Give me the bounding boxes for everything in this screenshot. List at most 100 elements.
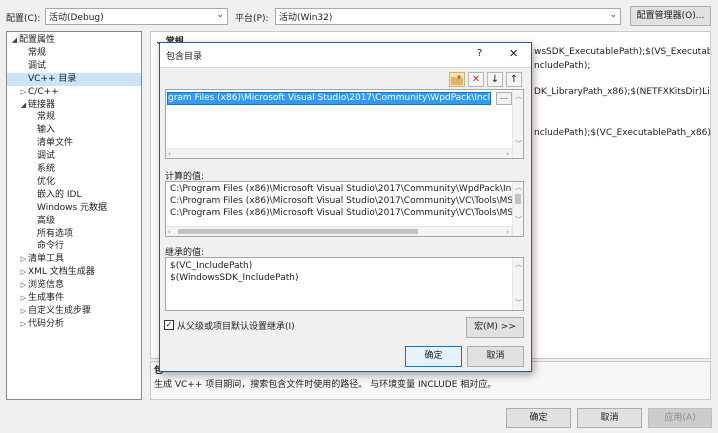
- platform-combo-value: 活动(Win32): [279, 13, 333, 23]
- vertical-scrollbar[interactable]: ︿ ﹀: [512, 258, 523, 310]
- browse-button[interactable]: ...: [496, 92, 512, 105]
- macros-button[interactable]: 宏(M) >>: [466, 317, 524, 338]
- dialog-titlebar: 包含目录 ? ✕: [160, 43, 531, 68]
- platform-label: 平台(P):: [235, 14, 269, 24]
- vertical-scrollbar[interactable]: ︿ ﹀: [512, 182, 523, 236]
- tree-item-label: 所有选项: [37, 228, 74, 239]
- dialog-ok-button[interactable]: 确定: [405, 346, 462, 367]
- dialog-title: 包含目录: [166, 52, 203, 62]
- tree-item-label: 系统: [37, 164, 56, 174]
- config-manager-button[interactable]: 配置管理器(O)...: [630, 6, 711, 26]
- tree-item[interactable]: 优化: [7, 176, 55, 189]
- collapsed-triangle-icon[interactable]: ▷: [19, 253, 28, 266]
- horizontal-scrollbar[interactable]: ‹ ›: [166, 148, 512, 158]
- tree-item[interactable]: 命令行: [7, 240, 64, 253]
- tree-item[interactable]: 输入: [7, 124, 55, 137]
- chevron-down-icon[interactable]: ﹀: [515, 299, 522, 307]
- grid-value: ncludePath);: [534, 61, 591, 71]
- tree-item-label: C/C++: [28, 86, 59, 97]
- inherited-line: $(WindowsSDK_IncludePath): [170, 273, 299, 283]
- tree-item-label: 调试: [37, 151, 56, 162]
- tree-item[interactable]: 嵌入的 IDL: [7, 189, 81, 202]
- tree-item[interactable]: ▷ XML 文档生成器: [7, 266, 95, 279]
- tree-item-label: 命令行: [37, 241, 65, 252]
- help-icon[interactable]: ?: [477, 48, 482, 59]
- tree-item[interactable]: 系统: [7, 163, 55, 176]
- tree-item-label: 调试: [28, 60, 47, 71]
- chevron-left-icon[interactable]: ‹: [168, 150, 171, 158]
- directory-edit-input[interactable]: gram Files (x86)\Microsoft Visual Studio…: [167, 92, 491, 105]
- expanded-triangle-icon[interactable]: ◢: [19, 99, 28, 112]
- inherit-checkbox-label[interactable]: 从父级或项目默认设置继承(I): [177, 319, 295, 332]
- tree-item[interactable]: 调试: [7, 150, 55, 163]
- chevron-down-icon[interactable]: ﹀: [515, 140, 522, 148]
- collapsed-triangle-icon[interactable]: ▷: [19, 305, 28, 318]
- collapsed-triangle-icon[interactable]: ▷: [19, 292, 28, 305]
- tree-item[interactable]: 所有选项: [7, 228, 73, 241]
- tree-item-label: XML 文档生成器: [28, 267, 95, 278]
- tree-item-label: 自定义生成步骤: [28, 305, 92, 316]
- tree-item[interactable]: 清单文件: [7, 137, 73, 150]
- grid-value: wsSDK_ExecutablePath);$(VS_ExecutablePat…: [534, 47, 711, 57]
- chevron-right-icon[interactable]: ›: [506, 150, 509, 158]
- config-combo[interactable]: 活动(Debug) ⌄: [45, 8, 228, 25]
- chevron-up-icon[interactable]: ︿: [515, 92, 522, 100]
- tree-item[interactable]: 调试: [7, 60, 46, 73]
- apply-button[interactable]: 应用(A): [648, 408, 712, 428]
- tree-item[interactable]: ▷ 自定义生成步骤: [7, 305, 91, 318]
- platform-combo[interactable]: 活动(Win32) ⌄: [275, 8, 621, 25]
- chevron-down-icon: ⌄: [216, 10, 224, 20]
- tree-item[interactable]: 常规: [7, 111, 55, 124]
- inherited-values-box: $(VC_IncludePath) $(WindowsSDK_IncludePa…: [165, 257, 524, 311]
- scroll-thumb[interactable]: [515, 194, 521, 204]
- scroll-thumb[interactable]: [178, 229, 418, 234]
- tree-item[interactable]: ◢ 链接器: [7, 99, 55, 112]
- move-up-icon[interactable]: ↑: [506, 72, 522, 87]
- chevron-down-icon[interactable]: ﹀: [515, 216, 522, 224]
- collapsed-triangle-icon[interactable]: ▷: [19, 279, 28, 292]
- tree-item-label: 清单文件: [37, 138, 74, 149]
- computed-values-box: C:\Program Files (x86)\Microsoft Visual …: [165, 181, 524, 237]
- tree-item-label: 输入: [37, 125, 56, 136]
- chevron-up-icon[interactable]: ︿: [515, 260, 522, 268]
- tree-item[interactable]: 常规: [7, 47, 46, 60]
- dialog-cancel-button[interactable]: 取消: [467, 346, 524, 367]
- tree-item-label: 嵌入的 IDL: [37, 189, 82, 200]
- chevron-right-icon[interactable]: ›: [506, 228, 509, 236]
- chevron-up-icon[interactable]: ︿: [515, 183, 522, 191]
- move-down-icon[interactable]: ↓: [487, 72, 503, 87]
- tree-item-label: 生成事件: [28, 293, 65, 303]
- tree-item[interactable]: 高级: [7, 215, 55, 228]
- delete-icon[interactable]: ✕: [468, 72, 484, 87]
- directory-list[interactable]: gram Files (x86)\Microsoft Visual Studio…: [165, 89, 524, 159]
- computed-line: C:\Program Files (x86)\Microsoft Visual …: [170, 196, 524, 206]
- tree-item[interactable]: VC++ 目录: [7, 72, 141, 86]
- chevron-left-icon[interactable]: ‹: [168, 228, 171, 236]
- tree-item-label: 优化: [37, 176, 56, 187]
- tree-item[interactable]: ▷ 生成事件: [7, 292, 64, 305]
- property-tree[interactable]: ◢ 配置属性 常规 调试 VC++ 目录 ▷ C/C++ ◢ 链接器 常规 输入 清单文件 调试 系统 优化…: [6, 31, 142, 400]
- computed-line: C:\Program Files (x86)\Microsoft Visual …: [170, 208, 524, 218]
- horizontal-scrollbar[interactable]: ‹ ›: [166, 226, 512, 236]
- tree-item[interactable]: ▷ 浏览信息: [7, 279, 64, 292]
- tree-item[interactable]: ◢ 配置属性: [7, 34, 55, 47]
- tree-item[interactable]: Windows 元数据: [7, 202, 107, 215]
- tree-item[interactable]: ▷ 代码分析: [7, 318, 64, 331]
- tree-item-label: 代码分析: [28, 318, 65, 329]
- inherit-checkbox[interactable]: ✓: [164, 320, 174, 330]
- tree-item-label: 浏览信息: [28, 280, 65, 291]
- ok-button[interactable]: 确定: [506, 408, 571, 428]
- config-combo-value: 活动(Debug): [49, 13, 104, 23]
- collapsed-triangle-icon[interactable]: ▷: [19, 266, 28, 279]
- collapsed-triangle-icon[interactable]: ▷: [19, 86, 28, 99]
- config-label: 配置(C):: [6, 14, 41, 24]
- cancel-button[interactable]: 取消: [577, 408, 642, 428]
- computed-line: C:\Program Files (x86)\Microsoft Visual …: [170, 184, 524, 194]
- tree-item[interactable]: ▷ C/C++: [7, 86, 59, 99]
- close-icon[interactable]: ✕: [509, 47, 518, 60]
- new-folder-icon[interactable]: [449, 72, 465, 87]
- tree-item[interactable]: ▷ 清单工具: [7, 253, 64, 266]
- expanded-triangle-icon[interactable]: ◢: [10, 34, 19, 47]
- collapsed-triangle-icon[interactable]: ▷: [19, 318, 28, 331]
- vertical-scrollbar[interactable]: ︿ ﹀: [512, 90, 523, 158]
